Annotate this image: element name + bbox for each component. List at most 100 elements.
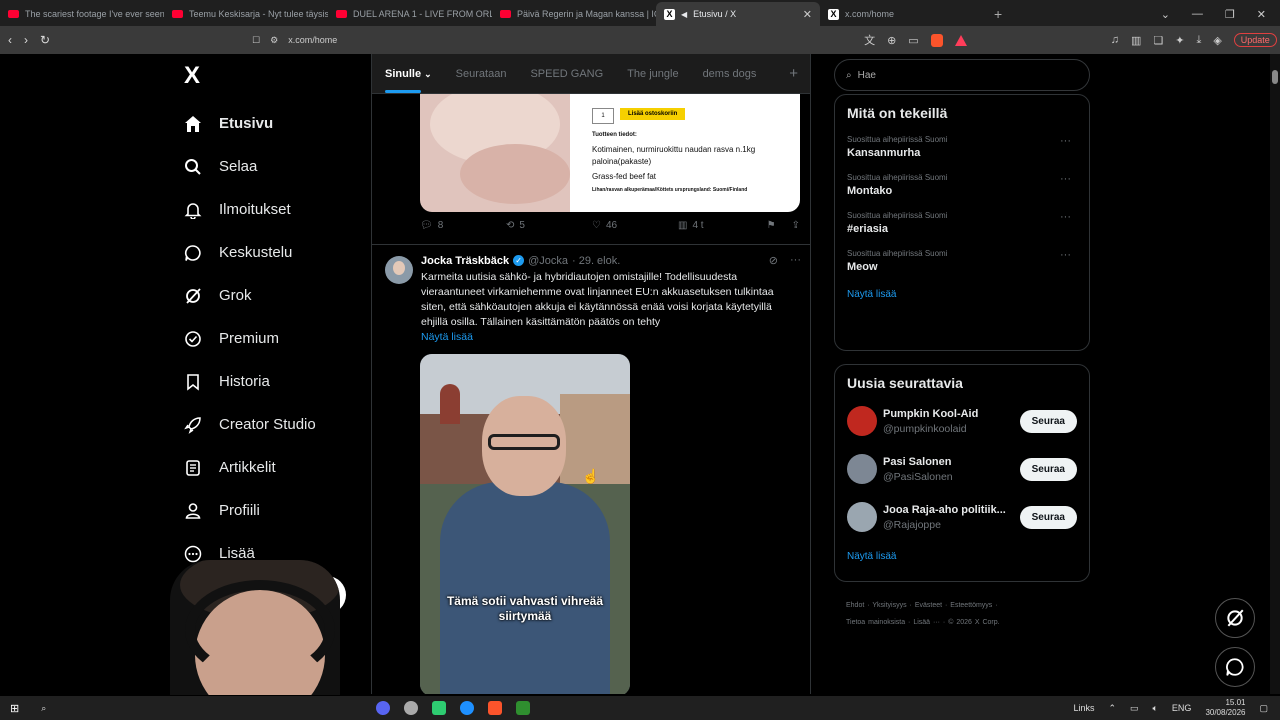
x-logo[interactable]: X <box>184 62 200 90</box>
share-icon[interactable]: ⇪ <box>792 220 800 231</box>
restore-button[interactable]: ❐ <box>1225 8 1235 21</box>
tab-following[interactable]: Seurataan <box>456 68 507 80</box>
more-options-icon[interactable]: ··· <box>1060 249 1071 261</box>
author-name[interactable]: Jocka Träskbäck <box>421 255 509 267</box>
scrollbar-thumb[interactable] <box>1272 70 1278 84</box>
sidebar-item-home[interactable]: Etusivu <box>184 102 316 145</box>
music-icon[interactable]: ♫ <box>1111 34 1119 46</box>
downloads-icon[interactable]: ⤓ <box>1196 34 1201 47</box>
show-more-link[interactable]: Näytä lisää <box>421 331 473 343</box>
follow-button[interactable]: Seuraa <box>1019 505 1077 529</box>
sidebar-item-grok[interactable]: Grok <box>184 274 316 317</box>
chevron-up-icon[interactable]: ⌃ <box>1108 703 1116 714</box>
search-input[interactable]: ⌕ Hae <box>834 59 1090 91</box>
follow-suggestion[interactable]: Jooa Raja-aho politiik... @Rajajoppe Seu… <box>847 499 1077 535</box>
windows-start-icon[interactable]: ⊞ <box>10 702 19 715</box>
tab-the-jungle[interactable]: The jungle <box>627 68 678 80</box>
views-button[interactable]: ▥ 4 t <box>678 220 764 231</box>
grok-fab-button[interactable] <box>1215 598 1255 638</box>
url-field[interactable]: ☐ ⚙ x.com/home <box>252 35 852 46</box>
network-icon[interactable]: ▭ <box>1130 703 1139 714</box>
follow-button[interactable]: Seuraa <box>1019 409 1077 433</box>
scrollbar[interactable] <box>1270 54 1280 694</box>
avatar[interactable] <box>847 502 877 532</box>
update-button[interactable]: Update <box>1233 33 1277 47</box>
follow-suggestion[interactable]: Pumpkin Kool-Aid @pumpkinkoolaid Seuraa <box>847 403 1077 439</box>
follow-suggestion[interactable]: Pasi Salonen @PasiSalonen Seuraa <box>847 451 1077 487</box>
trend-item[interactable]: Suosittua aihepiirissä Suomi Montako ··· <box>847 173 1077 197</box>
site-info-icon[interactable]: ⚙ <box>270 35 278 46</box>
more-options-icon[interactable]: ··· <box>1060 173 1071 185</box>
tweet-date[interactable]: · 29. elok. <box>572 255 620 267</box>
close-window-button[interactable]: ✕ <box>1257 8 1266 21</box>
app-icon[interactable] <box>432 701 447 715</box>
terminal-icon[interactable] <box>516 701 531 715</box>
brave-shields-icon[interactable] <box>930 33 943 47</box>
chevron-down-icon[interactable]: ⌄ <box>1161 8 1170 21</box>
tab-for-you[interactable]: Sinulle ⌄ <box>385 68 432 93</box>
tab-dems-dogs[interactable]: dems dogs <box>703 68 757 80</box>
taskbar-search-icon[interactable]: ⌕ <box>41 703 46 714</box>
show-more-link[interactable]: Näytä lisää <box>847 289 1077 300</box>
trend-item[interactable]: Suosittua aihepiirissä Suomi Meow ··· <box>847 249 1077 273</box>
browser-tab-active[interactable]: X ◀ Etusivu / X ✕ <box>656 2 820 26</box>
forward-icon[interactable]: › <box>24 33 28 47</box>
sidebar-item-messages[interactable]: Keskustelu <box>184 231 316 274</box>
avatar[interactable] <box>847 406 877 436</box>
repost-button[interactable]: ⟲ 5 <box>506 220 592 231</box>
new-tab-button[interactable]: + <box>984 2 1012 26</box>
app-icon[interactable] <box>376 701 391 715</box>
messages-fab-button[interactable] <box>1215 647 1255 687</box>
tabs-icon[interactable]: ❏ <box>1153 34 1163 47</box>
avatar[interactable] <box>385 256 413 284</box>
reload-icon[interactable]: ↻ <box>40 33 50 47</box>
avatar[interactable] <box>847 454 877 484</box>
browser-tab[interactable]: DUEL ARENA 1 - LIVE FROM ORLAND... <box>328 2 492 26</box>
more-options-icon[interactable]: ··· <box>790 254 801 267</box>
zoom-icon[interactable]: ⊕ <box>887 34 896 47</box>
sidebar-item-profile[interactable]: Profiili <box>184 489 316 532</box>
cast-icon[interactable]: ▭ <box>908 34 918 47</box>
sidebar-item-articles[interactable]: Artikkelit <box>184 446 316 489</box>
close-icon[interactable]: ✕ <box>803 8 812 21</box>
extensions-icon[interactable]: ✦ <box>1175 34 1184 47</box>
clock[interactable]: 15.01 30/08/2026 <box>1205 698 1245 718</box>
sidebar-item-creator-studio[interactable]: Creator Studio <box>184 403 316 446</box>
browser-tab[interactable]: Päivä Regerin ja Magan kanssa | ICE... <box>492 2 656 26</box>
browser-tab[interactable]: Xx.com/home <box>820 2 984 26</box>
app-icon[interactable] <box>404 701 419 715</box>
add-tab-icon[interactable]: + <box>789 65 798 82</box>
sidebar-item-notifications[interactable]: Ilmoitukset <box>184 188 316 231</box>
sidebar-item-bookmarks[interactable]: Historia <box>184 360 316 403</box>
footer-line[interactable]: Tietoa mainoksista · Lisää ··· · © 2026 … <box>846 614 1086 631</box>
trend-item[interactable]: Suosittua aihepiirissä Suomi #eriasia ··… <box>847 211 1077 235</box>
like-button[interactable]: ♡ 46 <box>592 220 678 231</box>
back-icon[interactable]: ‹ <box>8 33 12 47</box>
browser-tab[interactable]: The scariest footage I've ever seen... <box>0 2 164 26</box>
edge-icon[interactable] <box>460 701 475 715</box>
minimize-button[interactable]: — <box>1192 8 1203 20</box>
brave-rewards-icon[interactable] <box>954 34 967 46</box>
notifications-icon[interactable]: ▢ <box>1259 703 1268 714</box>
more-options-icon[interactable]: ··· <box>1060 211 1071 223</box>
post-image[interactable]: 1 Lisää ostoskoriin Tuotteen tiedot: Koti… <box>420 94 800 212</box>
brave-icon[interactable] <box>488 701 503 715</box>
volume-icon[interactable]: 🔈︎ <box>1153 703 1158 714</box>
sidebar-item-explore[interactable]: Selaa <box>184 145 316 188</box>
follow-button[interactable]: Seuraa <box>1019 457 1077 481</box>
reply-button[interactable]: 💬︎ 8 <box>420 220 506 231</box>
author-handle[interactable]: @Jocka <box>528 255 568 267</box>
translate-icon[interactable]: 文 <box>864 32 875 48</box>
show-more-link[interactable]: Näytä lisää <box>847 551 1077 562</box>
sidebar-item-premium[interactable]: Premium <box>184 317 316 360</box>
links-toolbar[interactable]: Links <box>1073 703 1094 713</box>
tweet-video[interactable]: Tämä sotii vahvasti vihreää siirtymää <box>420 354 630 694</box>
browser-tab[interactable]: Teemu Keskisarja - Nyt tulee täysisid... <box>164 2 328 26</box>
bookmark-icon[interactable]: ⚑ <box>767 220 776 231</box>
bookmark-page-icon[interactable]: ☐ <box>252 35 260 46</box>
more-options-icon[interactable]: ··· <box>1060 135 1071 147</box>
language-indicator[interactable]: ENG <box>1172 703 1192 713</box>
vpn-icon[interactable]: ◈ <box>1213 34 1221 47</box>
trend-item[interactable]: Suosittua aihepiirissä Suomi Kansanmurha… <box>847 135 1077 159</box>
footer-line[interactable]: Ehdot · Yksityisyys · Evästeet · Esteett… <box>846 597 1086 614</box>
